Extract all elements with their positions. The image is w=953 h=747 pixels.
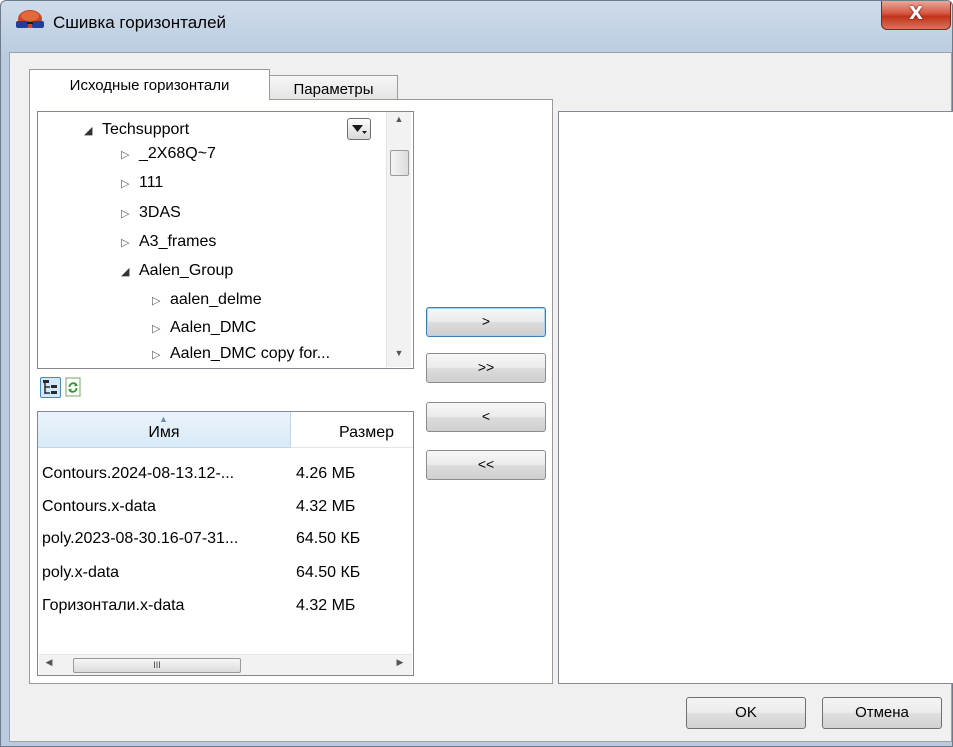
table-row[interactable]: Горизонтали.x-data 4.32 МБ — [42, 597, 355, 621]
collapse-triangle-icon[interactable]: ◢ — [84, 124, 102, 137]
selected-contours-list[interactable] — [558, 111, 953, 684]
tree-item-label: Aalen_DMC copy for... — [170, 345, 331, 362]
window-title: Сшивка горизонталей — [53, 13, 227, 32]
column-header-size[interactable]: Размер — [291, 412, 413, 448]
close-button[interactable]: X — [881, 1, 951, 30]
file-size: 4.32 МБ — [296, 498, 356, 515]
dropdown-menu-icon — [352, 125, 367, 134]
sort-ascending-icon: ▲ — [159, 414, 168, 424]
column-header-name-label: Имя — [148, 424, 180, 441]
tree-item-2x68q[interactable]: ▷ _2X68Q~7 — [121, 145, 216, 167]
ok-button[interactable]: OK — [686, 697, 806, 729]
tree-view-icon — [43, 380, 57, 394]
tab-parameters[interactable]: Параметры — [269, 75, 398, 101]
table-row[interactable]: poly.2023-08-30.16-07-31... 64.50 КБ — [42, 530, 360, 554]
tree-item-label: 3DAS — [139, 204, 181, 221]
tab-source-contours[interactable]: Исходные горизонтали — [29, 69, 270, 100]
tree-item-aalen-group[interactable]: ◢ Aalen_Group — [121, 262, 233, 284]
tree-item-aalen-dmc-copy[interactable]: ▷ Aalen_DMC copy for... — [152, 345, 330, 367]
file-name: Горизонтали.x-data — [42, 597, 185, 614]
scroll-up-arrow-icon[interactable]: ▲ — [387, 114, 411, 131]
scroll-left-arrow-icon[interactable]: ◀ — [41, 657, 57, 674]
refresh-icon — [65, 377, 81, 397]
scroll-thumb[interactable] — [390, 150, 409, 176]
list-horizontal-scrollbar[interactable]: ◀ III ▶ — [39, 654, 412, 675]
title-bar[interactable]: Сшивка горизонталей X — [1, 1, 952, 32]
cancel-button[interactable]: Отмена — [822, 697, 942, 729]
column-header-size-label: Размер — [339, 424, 394, 441]
file-name: Contours.x-data — [42, 498, 156, 515]
close-icon: X — [909, 3, 923, 24]
expand-triangle-icon[interactable]: ▷ — [152, 322, 170, 335]
file-size: 64.50 КБ — [296, 564, 361, 581]
scroll-thumb[interactable]: III — [73, 658, 241, 673]
tree-view-toggle-button[interactable] — [40, 377, 61, 398]
table-row[interactable]: Contours.x-data 4.32 МБ — [42, 498, 355, 522]
remove-selected-button[interactable]: < — [426, 402, 546, 432]
tree-item-111[interactable]: ▷ 111 — [121, 174, 163, 196]
tree-item-label: Aalen_Group — [139, 262, 234, 279]
glasses-3d-icon — [16, 10, 44, 28]
file-list[interactable]: ▲ Имя Размер Contours.2024-08-13.12-... 4… — [37, 411, 414, 676]
tree-item-label: 111 — [139, 174, 164, 191]
tree-item-label: Techsupport — [102, 121, 190, 138]
tree-item-a3-frames[interactable]: ▷ A3_frames — [121, 233, 216, 255]
file-size: 4.32 МБ — [296, 597, 356, 614]
column-header-name[interactable]: ▲ Имя — [38, 412, 291, 448]
expand-triangle-icon[interactable]: ▷ — [152, 294, 170, 307]
expand-triangle-icon[interactable]: ▷ — [121, 148, 139, 161]
tree-item-label: Aalen_DMC — [170, 319, 257, 336]
table-row[interactable]: Contours.2024-08-13.12-... 4.26 МБ — [42, 465, 355, 489]
table-row[interactable]: poly.x-data 64.50 КБ — [42, 564, 360, 588]
remove-all-button[interactable]: << — [426, 450, 546, 480]
scroll-down-arrow-icon[interactable]: ▼ — [387, 348, 411, 365]
tree-item-aalen-delme[interactable]: ▷ aalen_delme — [152, 291, 262, 313]
tree-item-aalen-dmc[interactable]: ▷ Aalen_DMC — [152, 319, 256, 341]
tree-dropdown-button[interactable] — [347, 118, 371, 140]
tree-vertical-scrollbar[interactable]: ▲ ▼ — [386, 112, 411, 367]
tree-item-3das[interactable]: ▷ 3DAS — [121, 204, 181, 226]
expand-triangle-icon[interactable]: ▷ — [121, 236, 139, 249]
tree-item-label: aalen_delme — [170, 291, 262, 308]
expand-triangle-icon[interactable]: ▷ — [152, 348, 170, 361]
expand-triangle-icon[interactable]: ▷ — [121, 207, 139, 220]
file-size: 4.26 МБ — [296, 465, 356, 482]
file-size: 64.50 КБ — [296, 530, 361, 547]
folder-tree[interactable]: ◢ Techsupport ▷ _2X68Q~7 ▷ 111 ▷ 3DAS ▷ A3_fr… — [37, 111, 414, 369]
tree-item-label: A3_frames — [139, 233, 217, 250]
add-selected-button[interactable]: > — [426, 307, 546, 337]
expand-triangle-icon[interactable]: ▷ — [121, 177, 139, 190]
collapse-triangle-icon[interactable]: ◢ — [121, 265, 139, 278]
refresh-button[interactable] — [63, 377, 84, 398]
tree-item-techsupport[interactable]: ◢ Techsupport — [84, 121, 189, 143]
file-name: Contours.2024-08-13.12-... — [42, 465, 235, 482]
file-name: poly.2023-08-30.16-07-31... — [42, 530, 239, 547]
scroll-right-arrow-icon[interactable]: ▶ — [392, 657, 408, 674]
tree-item-label: _2X68Q~7 — [139, 145, 216, 162]
file-name: poly.x-data — [42, 564, 120, 581]
add-all-button[interactable]: >> — [426, 353, 546, 383]
